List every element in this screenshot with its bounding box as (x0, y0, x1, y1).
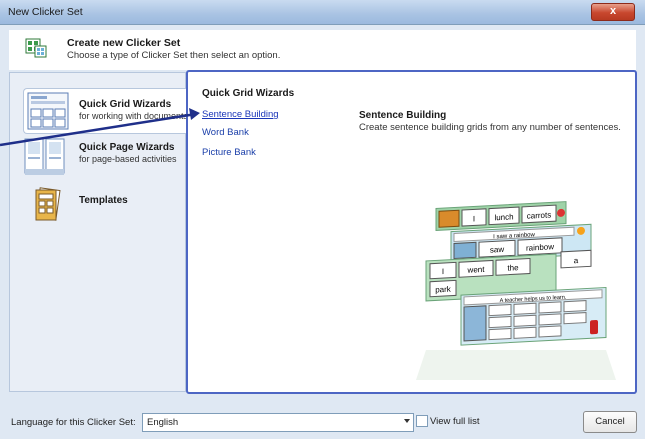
clicker-set-icon (25, 38, 47, 58)
templates-icon (35, 187, 61, 221)
language-label: Language for this Clicker Set: (11, 417, 136, 428)
grid-word: I (442, 267, 444, 276)
grid-word: carrots (527, 210, 551, 220)
option-word-bank[interactable]: Word Bank (202, 127, 249, 138)
description-title: Sentence Building (359, 110, 447, 121)
grid-word: the (507, 263, 519, 273)
view-full-list-checkbox[interactable] (416, 415, 428, 427)
grid-word: saw (490, 245, 504, 255)
grid-word: lunch (494, 212, 513, 222)
close-button[interactable]: x (591, 3, 635, 21)
options-heading: Quick Grid Wizards (202, 88, 295, 99)
category-title: Templates (79, 195, 128, 206)
option-sentence-building[interactable]: Sentence Building (202, 109, 279, 120)
sentence-grid-preview-image: I lunch carrots I saw a rainbow saw rain… (416, 201, 616, 380)
grid-word: rainbow (526, 242, 554, 252)
wizard-options-panel: Quick Grid Wizards Sentence Building Wor… (186, 70, 637, 394)
option-picture-bank[interactable]: Picture Bank (202, 147, 256, 158)
header-title: Create new Clicker Set (67, 37, 181, 49)
category-subtitle: for page-based activities (79, 154, 177, 164)
pointer-arrow-icon (0, 108, 200, 147)
grid-word: I (473, 214, 475, 223)
category-templates[interactable]: Templates (24, 187, 184, 227)
dialog-header: Create new Clicker Set Choose a type of … (9, 30, 636, 70)
language-value: English (147, 417, 179, 428)
cancel-button[interactable]: Cancel (583, 411, 637, 433)
close-icon: x (609, 5, 617, 17)
window-title: New Clicker Set (8, 6, 83, 18)
view-full-list-label[interactable]: View full list (430, 416, 479, 427)
description-text: Create sentence building grids from any … (359, 122, 621, 133)
title-bar: New Clicker Set x (0, 0, 645, 25)
header-subtitle: Choose a type of Clicker Set then select… (67, 50, 281, 61)
grid-word: went (467, 265, 486, 275)
dialog-footer: Language for this Clicker Set: English V… (0, 398, 645, 439)
chevron-down-icon (404, 419, 410, 423)
grid-word: a (574, 256, 579, 265)
language-dropdown[interactable]: English (142, 413, 414, 432)
grid-word: park (435, 285, 452, 295)
